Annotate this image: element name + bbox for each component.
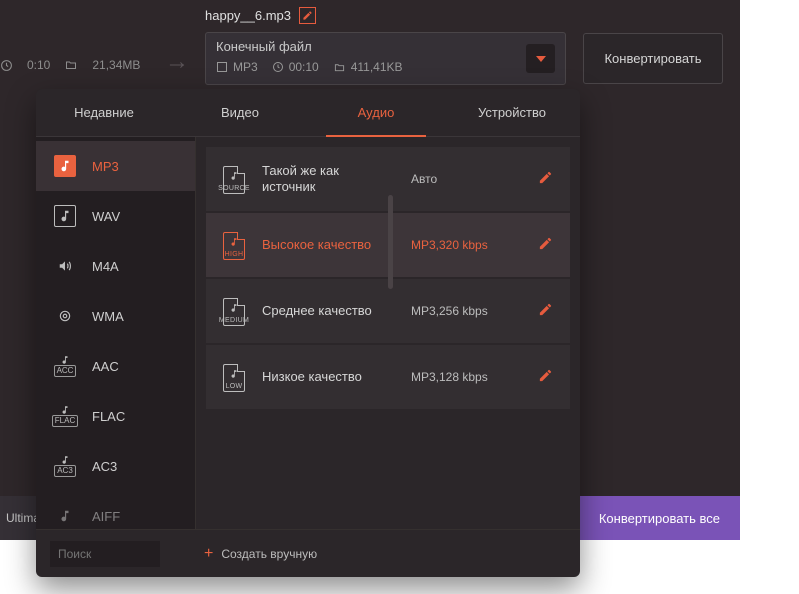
quality-edit-button[interactable] [538,170,556,188]
quality-name: Такой же какисточник [262,163,397,196]
status-text: Ultima [6,511,40,525]
source-filename: happy__6.mp3 [205,8,291,23]
dest-format: MP3 [233,60,258,74]
tab-recent[interactable]: Недавние [36,89,172,136]
convert-all-button[interactable]: Конвертировать все [579,496,740,540]
badge-icon [54,505,76,527]
clock-icon [272,61,284,73]
format-label: AAC [92,359,119,374]
dest-title: Конечный файл [216,39,555,54]
format-flac[interactable]: FLAC FLAC [36,391,195,441]
quality-edit-button[interactable] [538,302,556,320]
format-aac[interactable]: ACC AAC [36,341,195,391]
quality-name: Среднее качество [262,303,397,319]
format-label: AC3 [92,459,117,474]
chevron-down-icon [536,56,546,62]
format-label: WMA [92,309,124,324]
dest-duration: 00:10 [289,60,319,74]
format-label: WAV [92,209,120,224]
quality-medium[interactable]: MEDIUM Среднее качество MP3,256 kbps [206,279,570,343]
format-dropdown-trigger[interactable] [526,44,555,73]
create-manual-label: Создать вручную [221,547,317,561]
quality-name: Низкое качество [262,369,397,385]
clock-icon [0,59,13,72]
format-wav[interactable]: WAV [36,191,195,241]
badge-icon: AC3 [54,455,76,477]
source-size: 21,34MB [92,58,140,72]
swirl-icon [54,305,76,327]
badge-icon: FLAC [54,405,76,427]
quality-low[interactable]: LOW Низкое качество MP3,128 kbps [206,345,570,409]
edit-filename-button[interactable] [299,7,316,24]
tab-video[interactable]: Видео [172,89,308,136]
format-label: FLAC [92,409,125,424]
source-duration: 0:10 [27,58,50,72]
quality-edit-button[interactable] [538,368,556,386]
quality-spec: MP3,320 kbps [411,238,524,252]
quality-spec: MP3,128 kbps [411,370,524,384]
format-list[interactable]: MP3 WAV M4A WMA ACC AAC FLAC FLAC [36,137,196,529]
folder-icon [64,59,78,71]
create-manual-button[interactable]: + Создать вручную [204,545,317,563]
format-ac3[interactable]: AC3 AC3 [36,441,195,491]
pencil-icon [302,10,313,21]
dest-box[interactable]: Конечный файл MP3 00:10 411,41KB [205,32,566,85]
music-note-icon [54,205,76,227]
format-panel: Недавние Видео Аудио Устройство MP3 WAV … [36,89,580,577]
speaker-icon [54,255,76,277]
music-note-icon [54,155,76,177]
badge-icon: ACC [54,355,76,377]
format-label: MP3 [92,159,119,174]
format-label: M4A [92,259,119,274]
format-aiff[interactable]: AIFF [36,491,195,529]
arrow-right-icon: → [165,48,189,76]
folder-icon [333,62,346,73]
quality-name: Высокое качество [262,237,397,253]
format-m4a[interactable]: M4A [36,241,195,291]
format-label: AIFF [92,509,120,524]
tab-device[interactable]: Устройство [444,89,580,136]
quality-spec: MP3,256 kbps [411,304,524,318]
dest-size: 411,41KB [351,60,403,74]
scrollbar[interactable] [388,195,393,289]
format-wma[interactable]: WMA [36,291,195,341]
search-input[interactable] [50,541,160,567]
convert-button[interactable]: Конвертировать [583,33,723,84]
format-mp3[interactable]: MP3 [36,141,195,191]
quality-spec: Авто [411,172,524,186]
plus-icon: + [204,545,213,563]
format-icon [216,61,228,73]
quality-edit-button[interactable] [538,236,556,254]
tab-audio[interactable]: Аудио [308,89,444,136]
